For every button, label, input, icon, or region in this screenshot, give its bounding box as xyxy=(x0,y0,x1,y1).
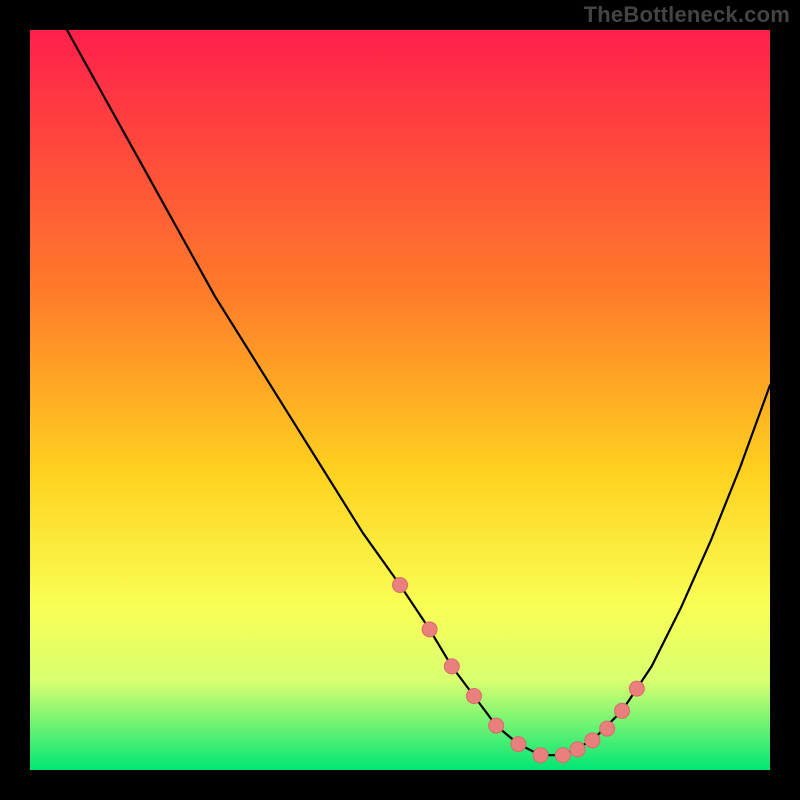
curve-dot xyxy=(489,718,504,733)
bottleneck-chart xyxy=(0,0,800,800)
chart-stage: TheBottleneck.com xyxy=(0,0,800,800)
curve-dot xyxy=(629,681,644,696)
curve-dot xyxy=(555,748,570,763)
curve-dot xyxy=(444,659,459,674)
curve-dot xyxy=(393,578,408,593)
curve-dot xyxy=(615,703,630,718)
plot-area xyxy=(30,30,770,770)
curve-dot xyxy=(600,721,615,736)
watermark-text: TheBottleneck.com xyxy=(584,2,790,28)
curve-dot xyxy=(585,733,600,748)
curve-dot xyxy=(467,689,482,704)
curve-dot xyxy=(511,737,526,752)
curve-dot xyxy=(570,742,585,757)
curve-dot xyxy=(422,622,437,637)
curve-dot xyxy=(533,748,548,763)
